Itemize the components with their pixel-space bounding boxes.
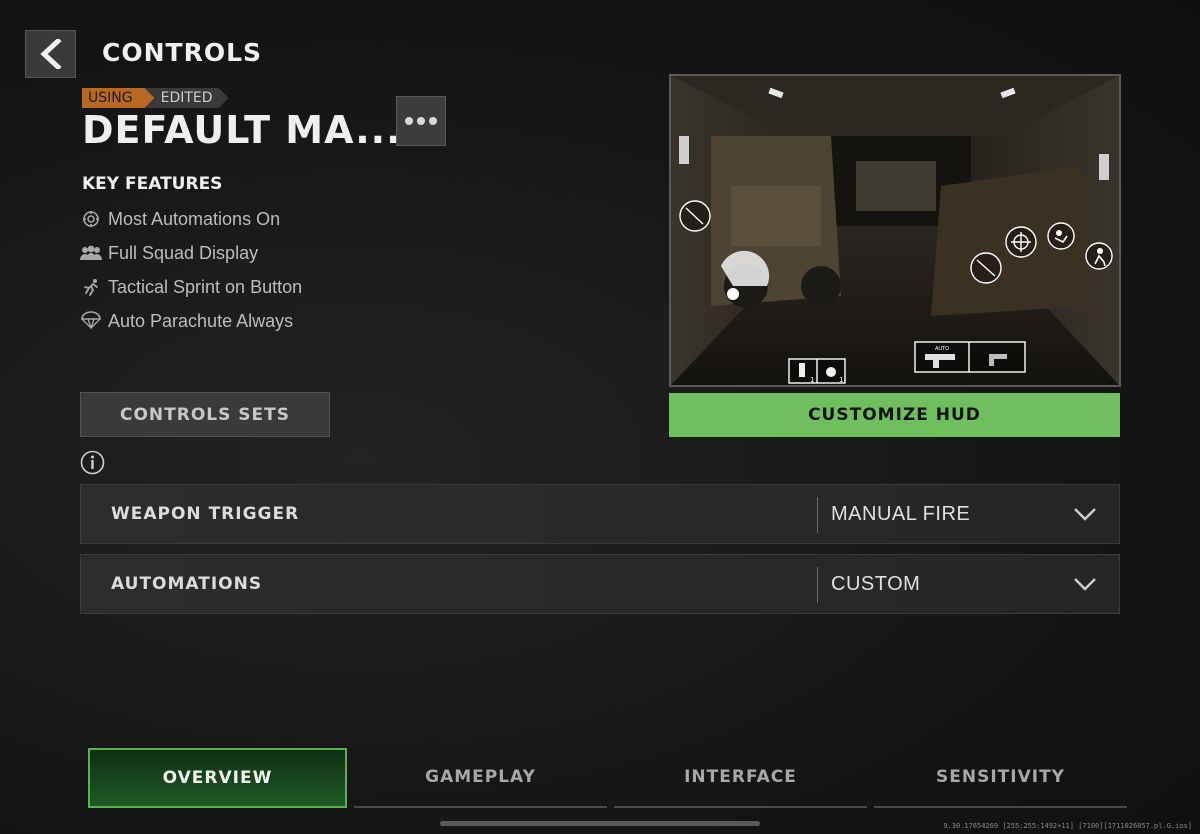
hud-grenade-count: 1	[810, 376, 814, 384]
chevron-down-icon	[1074, 508, 1096, 521]
more-dots-icon	[405, 117, 413, 125]
key-features-title: KEY FEATURES	[82, 174, 223, 194]
bottom-tabs: OVERVIEW GAMEPLAY INTERFACE SENSITIVITY	[88, 748, 1127, 808]
divider	[817, 567, 818, 603]
customize-hud-button[interactable]: CUSTOMIZE HUD	[669, 393, 1120, 437]
setting-automations[interactable]: AUTOMATIONS CUSTOM	[80, 554, 1120, 614]
edited-badge: EDITED	[145, 88, 229, 108]
feature-item: Tactical Sprint on Button	[80, 270, 302, 304]
more-options-button[interactable]	[396, 96, 446, 146]
tab-gameplay[interactable]: GAMEPLAY	[354, 748, 607, 808]
controls-sets-button[interactable]: CONTROLS SETS	[80, 392, 330, 437]
hud-preview: AUTO 1 1	[669, 74, 1121, 387]
key-features-list: Most Automations On Full Squad Display T…	[80, 202, 302, 338]
automation-icon	[80, 208, 102, 230]
setting-value: CUSTOM	[831, 573, 921, 595]
hud-weapon-tag: AUTO	[935, 346, 949, 352]
feature-label: Most Automations On	[108, 208, 281, 229]
feature-label: Auto Parachute Always	[108, 310, 294, 331]
setting-label: AUTOMATIONS	[111, 574, 263, 594]
home-indicator[interactable]	[440, 821, 760, 826]
back-chevron-icon	[39, 39, 62, 69]
feature-label: Full Squad Display	[108, 242, 259, 263]
hud-preview-scene: AUTO 1 1	[671, 76, 1119, 385]
using-badge: USING	[82, 88, 155, 108]
page-title: CONTROLS	[102, 38, 263, 67]
back-button[interactable]	[25, 30, 76, 78]
feature-item: Auto Parachute Always	[80, 304, 302, 338]
squad-icon	[80, 242, 102, 264]
parachute-icon	[80, 310, 102, 332]
setting-label: WEAPON TRIGGER	[111, 504, 300, 524]
chevron-down-icon	[1074, 578, 1096, 591]
preset-name: DEFAULT MA...	[82, 108, 402, 152]
feature-label: Tactical Sprint on Button	[108, 276, 303, 297]
tab-sensitivity[interactable]: SENSITIVITY	[874, 748, 1127, 808]
tab-overview[interactable]: OVERVIEW	[88, 748, 347, 808]
setting-weapon-trigger[interactable]: WEAPON TRIGGER MANUAL FIRE	[80, 484, 1120, 544]
build-info: 9.30.17654269 [255:255:1492+11] [7100][1…	[943, 822, 1192, 830]
hud-grenade-count: 1	[839, 376, 843, 384]
info-icon[interactable]	[80, 450, 105, 475]
tab-interface[interactable]: INTERFACE	[614, 748, 867, 808]
feature-item: Most Automations On	[80, 202, 302, 236]
sprint-icon	[80, 276, 102, 298]
feature-item: Full Squad Display	[80, 236, 302, 270]
divider	[817, 497, 818, 533]
preset-tags: USING EDITED	[82, 88, 229, 108]
setting-value: MANUAL FIRE	[831, 503, 971, 525]
